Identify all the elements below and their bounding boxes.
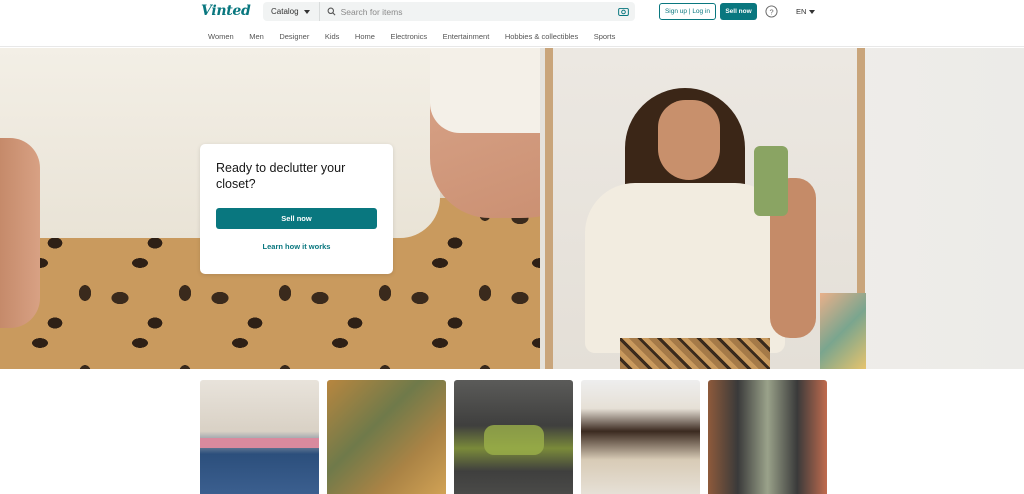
category-designer[interactable]: Designer <box>279 32 309 41</box>
poster-graphic <box>820 293 866 369</box>
hero-banner: Ready to declutter your closet? Sell now… <box>0 48 1024 369</box>
vinted-logo[interactable]: Vinted <box>201 3 251 19</box>
search-bar: Catalog <box>263 2 635 21</box>
category-women[interactable]: Women <box>208 32 234 41</box>
sell-now-button[interactable]: Sell now <box>720 3 757 20</box>
product-card[interactable] <box>454 380 573 494</box>
search-input[interactable] <box>337 2 616 21</box>
category-sports[interactable]: Sports <box>594 32 616 41</box>
svg-text:?: ? <box>769 7 773 16</box>
site-header: Vinted Catalog Sign up | Log in Sell now… <box>0 0 1024 24</box>
category-men[interactable]: Men <box>249 32 264 41</box>
category-hobbies[interactable]: Hobbies & collectibles <box>505 32 578 41</box>
help-icon[interactable]: ? <box>765 5 778 18</box>
sell-prompt-card: Ready to declutter your closet? Sell now… <box>200 144 393 274</box>
category-kids[interactable]: Kids <box>325 32 340 41</box>
print-graphic <box>484 425 544 455</box>
category-home[interactable]: Home <box>355 32 375 41</box>
category-electronics[interactable]: Electronics <box>390 32 427 41</box>
chevron-down-icon <box>809 9 816 14</box>
hero-sell-now-button[interactable]: Sell now <box>216 208 377 229</box>
signup-login-button[interactable]: Sign up | Log in <box>659 3 716 20</box>
category-list: Women Men Designer Kids Home Electronics… <box>208 25 631 47</box>
product-card[interactable] <box>200 380 319 494</box>
woman-face-graphic <box>658 100 720 180</box>
product-grid <box>200 380 827 494</box>
hand-graphic <box>0 138 40 328</box>
product-card[interactable] <box>327 380 446 494</box>
belt-graphic <box>200 438 319 448</box>
catalog-dropdown[interactable]: Catalog <box>263 2 320 21</box>
language-label: EN <box>796 7 807 16</box>
phone-graphic <box>754 146 788 216</box>
product-card[interactable] <box>708 380 827 494</box>
product-card[interactable] <box>581 380 700 494</box>
search-icon <box>326 6 338 18</box>
chevron-down-icon <box>303 9 310 14</box>
woman-skirt-graphic <box>620 338 770 369</box>
category-nav: Women Men Designer Kids Home Electronics… <box>0 25 1024 47</box>
language-selector[interactable]: EN <box>796 7 816 16</box>
hero-title: Ready to declutter your closet? <box>216 161 346 191</box>
catalog-label: Catalog <box>271 7 299 16</box>
camera-icon[interactable] <box>616 5 630 19</box>
learn-how-it-works-link[interactable]: Learn how it works <box>200 242 393 251</box>
category-entertainment[interactable]: Entertainment <box>443 32 490 41</box>
